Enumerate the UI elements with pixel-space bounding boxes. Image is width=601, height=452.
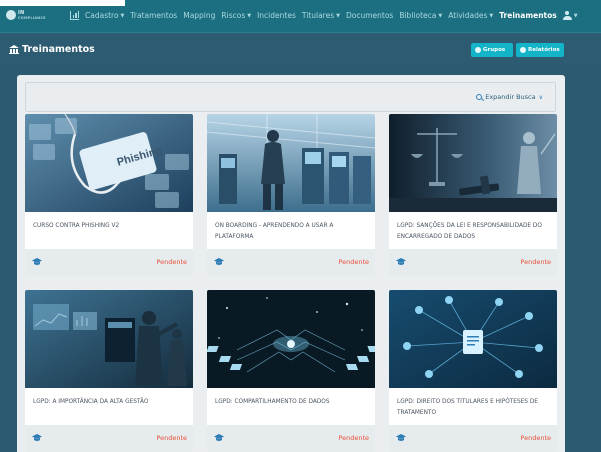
group-icon [475, 47, 481, 53]
expand-search-button[interactable]: Expandir Busca ∨ [476, 93, 543, 101]
graduation-cap-icon [214, 434, 224, 441]
relatorios-button[interactable]: Relatórios [516, 43, 564, 57]
chart-pie-icon [520, 47, 526, 53]
app-logo[interactable]: IN COMPLIANCE [6, 10, 46, 20]
top-navbar: IN COMPLIANCE Cadastro ▼ Tratamentos Mappi… [0, 0, 601, 33]
status-badge: Pendente [156, 434, 187, 442]
business-presentation-image[interactable] [25, 290, 193, 388]
caret-down-icon: ▼ [489, 12, 494, 19]
status-badge: Pendente [520, 258, 551, 266]
course-footer: Pendente [207, 425, 375, 452]
page-title-text: Treinamentos [22, 44, 95, 55]
nav-item-riscos[interactable]: Riscos ▼ [221, 11, 251, 20]
graduation-cap-icon [396, 434, 406, 441]
caret-down-icon: ▼ [573, 12, 578, 19]
course-footer: Pendente [25, 425, 193, 452]
graduation-cap-icon [396, 258, 406, 265]
course-card[interactable]: LGPD: SANÇÕES DA LEI E RESPONSABILIDADE … [389, 114, 557, 276]
course-title[interactable]: LGPD: SANÇÕES DA LEI E RESPONSABILIDADE … [397, 221, 552, 243]
course-title[interactable]: ON BOARDING - APRENDENDO A USAR A PLATAF… [215, 221, 370, 243]
main-nav: Cadastro ▼ Tratamentos Mapping Riscos ▼ In… [70, 11, 584, 20]
phishing-keyboard-image[interactable]: Phishing [25, 114, 193, 212]
course-title[interactable]: LGPD: A IMPORTÂNCIA DA ALTA GESTÃO [33, 397, 188, 408]
grupos-button[interactable]: Grupos [471, 43, 513, 57]
course-footer: Pendente [207, 249, 375, 276]
nav-item-biblioteca[interactable]: Biblioteca ▼ [399, 11, 442, 20]
caret-down-icon: ▼ [336, 12, 340, 19]
nav-item-titulares[interactable]: Titulares ▼ [302, 11, 340, 20]
nav-item-mapping[interactable]: Mapping [183, 11, 215, 20]
status-badge: Pendente [338, 258, 369, 266]
nav-item-atividades[interactable]: Atividades ▼ [448, 11, 493, 20]
dashboard-chart-icon[interactable] [70, 11, 79, 20]
status-badge: Pendente [338, 434, 369, 442]
course-card[interactable]: Phishing CURSO CONTRA PHISHING V2 Penden… [25, 114, 193, 276]
status-badge: Pendente [156, 258, 187, 266]
search-bar: Expandir Busca ∨ [25, 82, 556, 112]
course-card[interactable]: LGPD: DIREITO DOS TITULARES E HIPÓTESES … [389, 290, 557, 452]
course-title[interactable]: LGPD: COMPARTILHAMENTO DE DADOS [215, 397, 370, 408]
justice-gavel-image[interactable] [389, 114, 557, 212]
course-footer: Pendente [389, 425, 557, 452]
status-badge: Pendente [520, 434, 551, 442]
search-icon [476, 94, 483, 100]
airport-kiosk-image[interactable] [207, 114, 375, 212]
course-footer: Pendente [25, 249, 193, 276]
data-network-image[interactable] [207, 290, 375, 388]
course-card[interactable]: ON BOARDING - APRENDENDO A USAR A PLATAF… [207, 114, 375, 276]
main-content: Expandir Busca ∨ Phishing CURSO CONTRA P… [0, 70, 601, 452]
nav-item-cadastro[interactable]: Cadastro ▼ [85, 11, 124, 20]
nav-item-treinamentos[interactable]: Treinamentos [499, 11, 557, 20]
nav-item-incidentes[interactable]: Incidentes [257, 11, 296, 20]
graduation-cap-icon [32, 258, 42, 265]
course-card[interactable]: LGPD: A IMPORTÂNCIA DA ALTA GESTÃO Pende… [25, 290, 193, 452]
logo-subtext: COMPLIANCE [18, 16, 46, 20]
course-title[interactable]: CURSO CONTRA PHISHING V2 [33, 221, 188, 232]
caret-down-icon: ▼ [247, 12, 252, 19]
course-footer: Pendente [389, 249, 557, 276]
graduation-cap-icon [214, 258, 224, 265]
caret-down-icon: ▼ [438, 12, 443, 19]
user-menu[interactable]: ▼ [562, 11, 578, 20]
caret-down-icon: ▼ [120, 12, 125, 19]
people-network-image[interactable] [389, 290, 557, 388]
nav-item-documentos[interactable]: Documentos [346, 11, 393, 20]
course-title[interactable]: LGPD: DIREITO DOS TITULARES E HIPÓTESES … [397, 397, 552, 419]
nav-item-tratamentos[interactable]: Tratamentos [130, 11, 177, 20]
graduation-cap-icon [32, 434, 42, 441]
logo-icon [6, 10, 16, 20]
courses-panel: Expandir Busca ∨ Phishing CURSO CONTRA P… [17, 75, 565, 452]
user-icon [562, 11, 572, 20]
top-left-blank [0, 0, 125, 6]
institution-icon [9, 45, 19, 54]
chevron-down-icon: ∨ [538, 93, 543, 101]
course-card[interactable]: LGPD: COMPARTILHAMENTO DE DADOS Pendente [207, 290, 375, 452]
page-title: Treinamentos [9, 44, 95, 55]
